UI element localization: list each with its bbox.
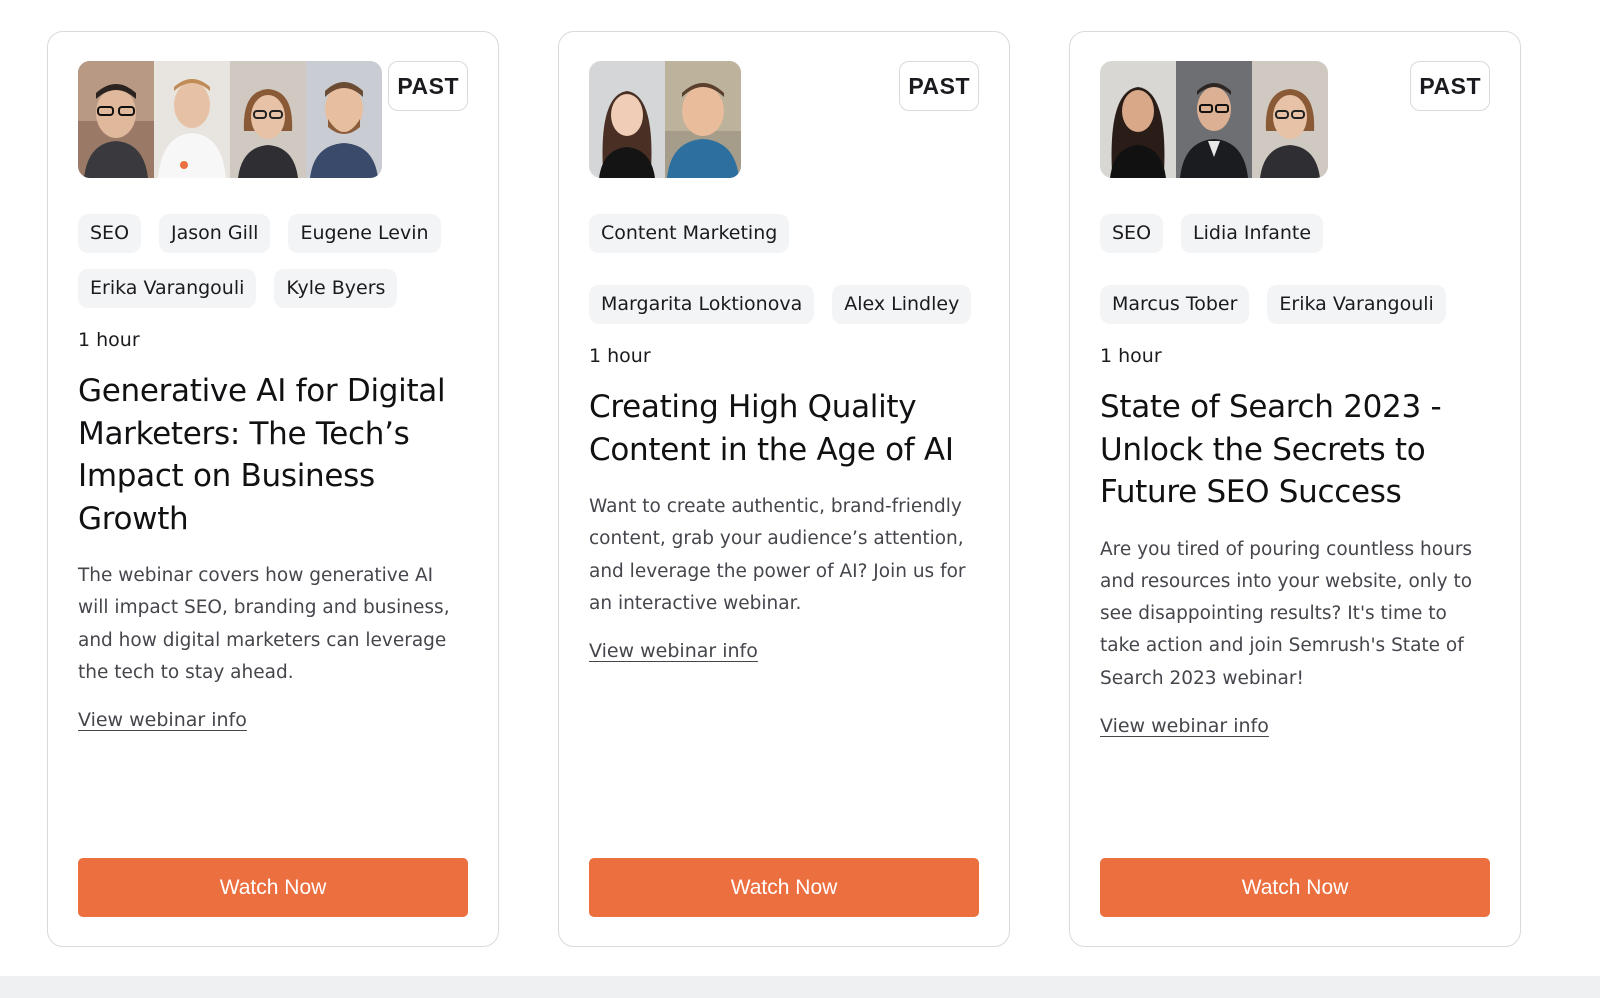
view-webinar-info-link[interactable]: View webinar info xyxy=(78,709,247,731)
tag-topic[interactable]: SEO xyxy=(1100,214,1164,253)
past-badge: PAST xyxy=(899,61,979,111)
duration: 1 hour xyxy=(589,345,651,367)
speaker-photo xyxy=(306,61,382,178)
tag-speaker[interactable]: Alex Lindley xyxy=(832,285,972,324)
speaker-photo xyxy=(589,61,665,178)
speaker-photos xyxy=(1100,61,1328,178)
tag-speaker[interactable]: Margarita Loktionova xyxy=(589,285,815,324)
speaker-photo xyxy=(78,61,154,178)
webinar-card: PAST SEO Jason Gill Eugene Levin Erika V… xyxy=(47,31,499,947)
duration: 1 hour xyxy=(78,329,140,351)
speaker-photo xyxy=(154,61,230,178)
tag-speaker[interactable]: Jason Gill xyxy=(159,214,271,253)
view-webinar-info-link[interactable]: View webinar info xyxy=(1100,715,1269,737)
speaker-photo xyxy=(230,61,306,178)
card-header: PAST xyxy=(589,61,979,178)
speaker-photos xyxy=(589,61,741,178)
webinar-grid: PAST SEO Jason Gill Eugene Levin Erika V… xyxy=(47,31,1521,947)
tag-speaker[interactable]: Erika Varangouli xyxy=(78,269,257,308)
speaker-photo xyxy=(1100,61,1176,178)
speaker-photo xyxy=(1252,61,1328,178)
view-webinar-info-link[interactable]: View webinar info xyxy=(589,640,758,662)
tag-list: SEO Jason Gill Eugene Levin Erika Varang… xyxy=(78,214,468,308)
webinar-card: PAST SEO Lidia Infante Marcus Tober Erik… xyxy=(1069,31,1521,947)
webinar-description: Want to create authentic, brand-friendly… xyxy=(589,496,966,614)
webinar-description: The webinar covers how generative AI wil… xyxy=(78,565,450,683)
tag-speaker[interactable]: Lidia Infante xyxy=(1181,214,1324,253)
webinar-card: PAST Content Marketing Margarita Loktion… xyxy=(558,31,1010,947)
speaker-photo xyxy=(1176,61,1252,178)
card-header: PAST xyxy=(1100,61,1490,178)
webinar-title: State of Search 2023 - Unlock the Secret… xyxy=(1100,389,1442,510)
tag-speaker[interactable]: Marcus Tober xyxy=(1100,285,1250,324)
webinar-description: Are you tired of pouring countless hours… xyxy=(1100,538,1473,689)
tag-topic[interactable]: SEO xyxy=(78,214,142,253)
speaker-photos xyxy=(78,61,382,178)
page-bottom-strip xyxy=(0,976,1600,998)
past-badge: PAST xyxy=(1410,61,1490,111)
tag-list: Content Marketing Margarita Loktionova A… xyxy=(589,214,979,324)
card-header: PAST xyxy=(78,61,468,178)
tag-topic[interactable]: Content Marketing xyxy=(589,214,790,253)
past-badge: PAST xyxy=(388,61,468,111)
speaker-photo xyxy=(665,61,741,178)
watch-now-button[interactable]: Watch Now xyxy=(589,858,979,917)
webinar-title: Generative AI for Digital Marketers: The… xyxy=(78,373,446,537)
tag-speaker[interactable]: Eugene Levin xyxy=(288,214,441,253)
tag-list: SEO Lidia Infante Marcus Tober Erika Var… xyxy=(1100,214,1490,324)
watch-now-button[interactable]: Watch Now xyxy=(1100,858,1490,917)
watch-now-button[interactable]: Watch Now xyxy=(78,858,468,917)
tag-speaker[interactable]: Erika Varangouli xyxy=(1267,285,1446,324)
tag-speaker[interactable]: Kyle Byers xyxy=(274,269,398,308)
duration: 1 hour xyxy=(1100,345,1162,367)
webinar-title: Creating High Quality Content in the Age… xyxy=(589,389,954,468)
